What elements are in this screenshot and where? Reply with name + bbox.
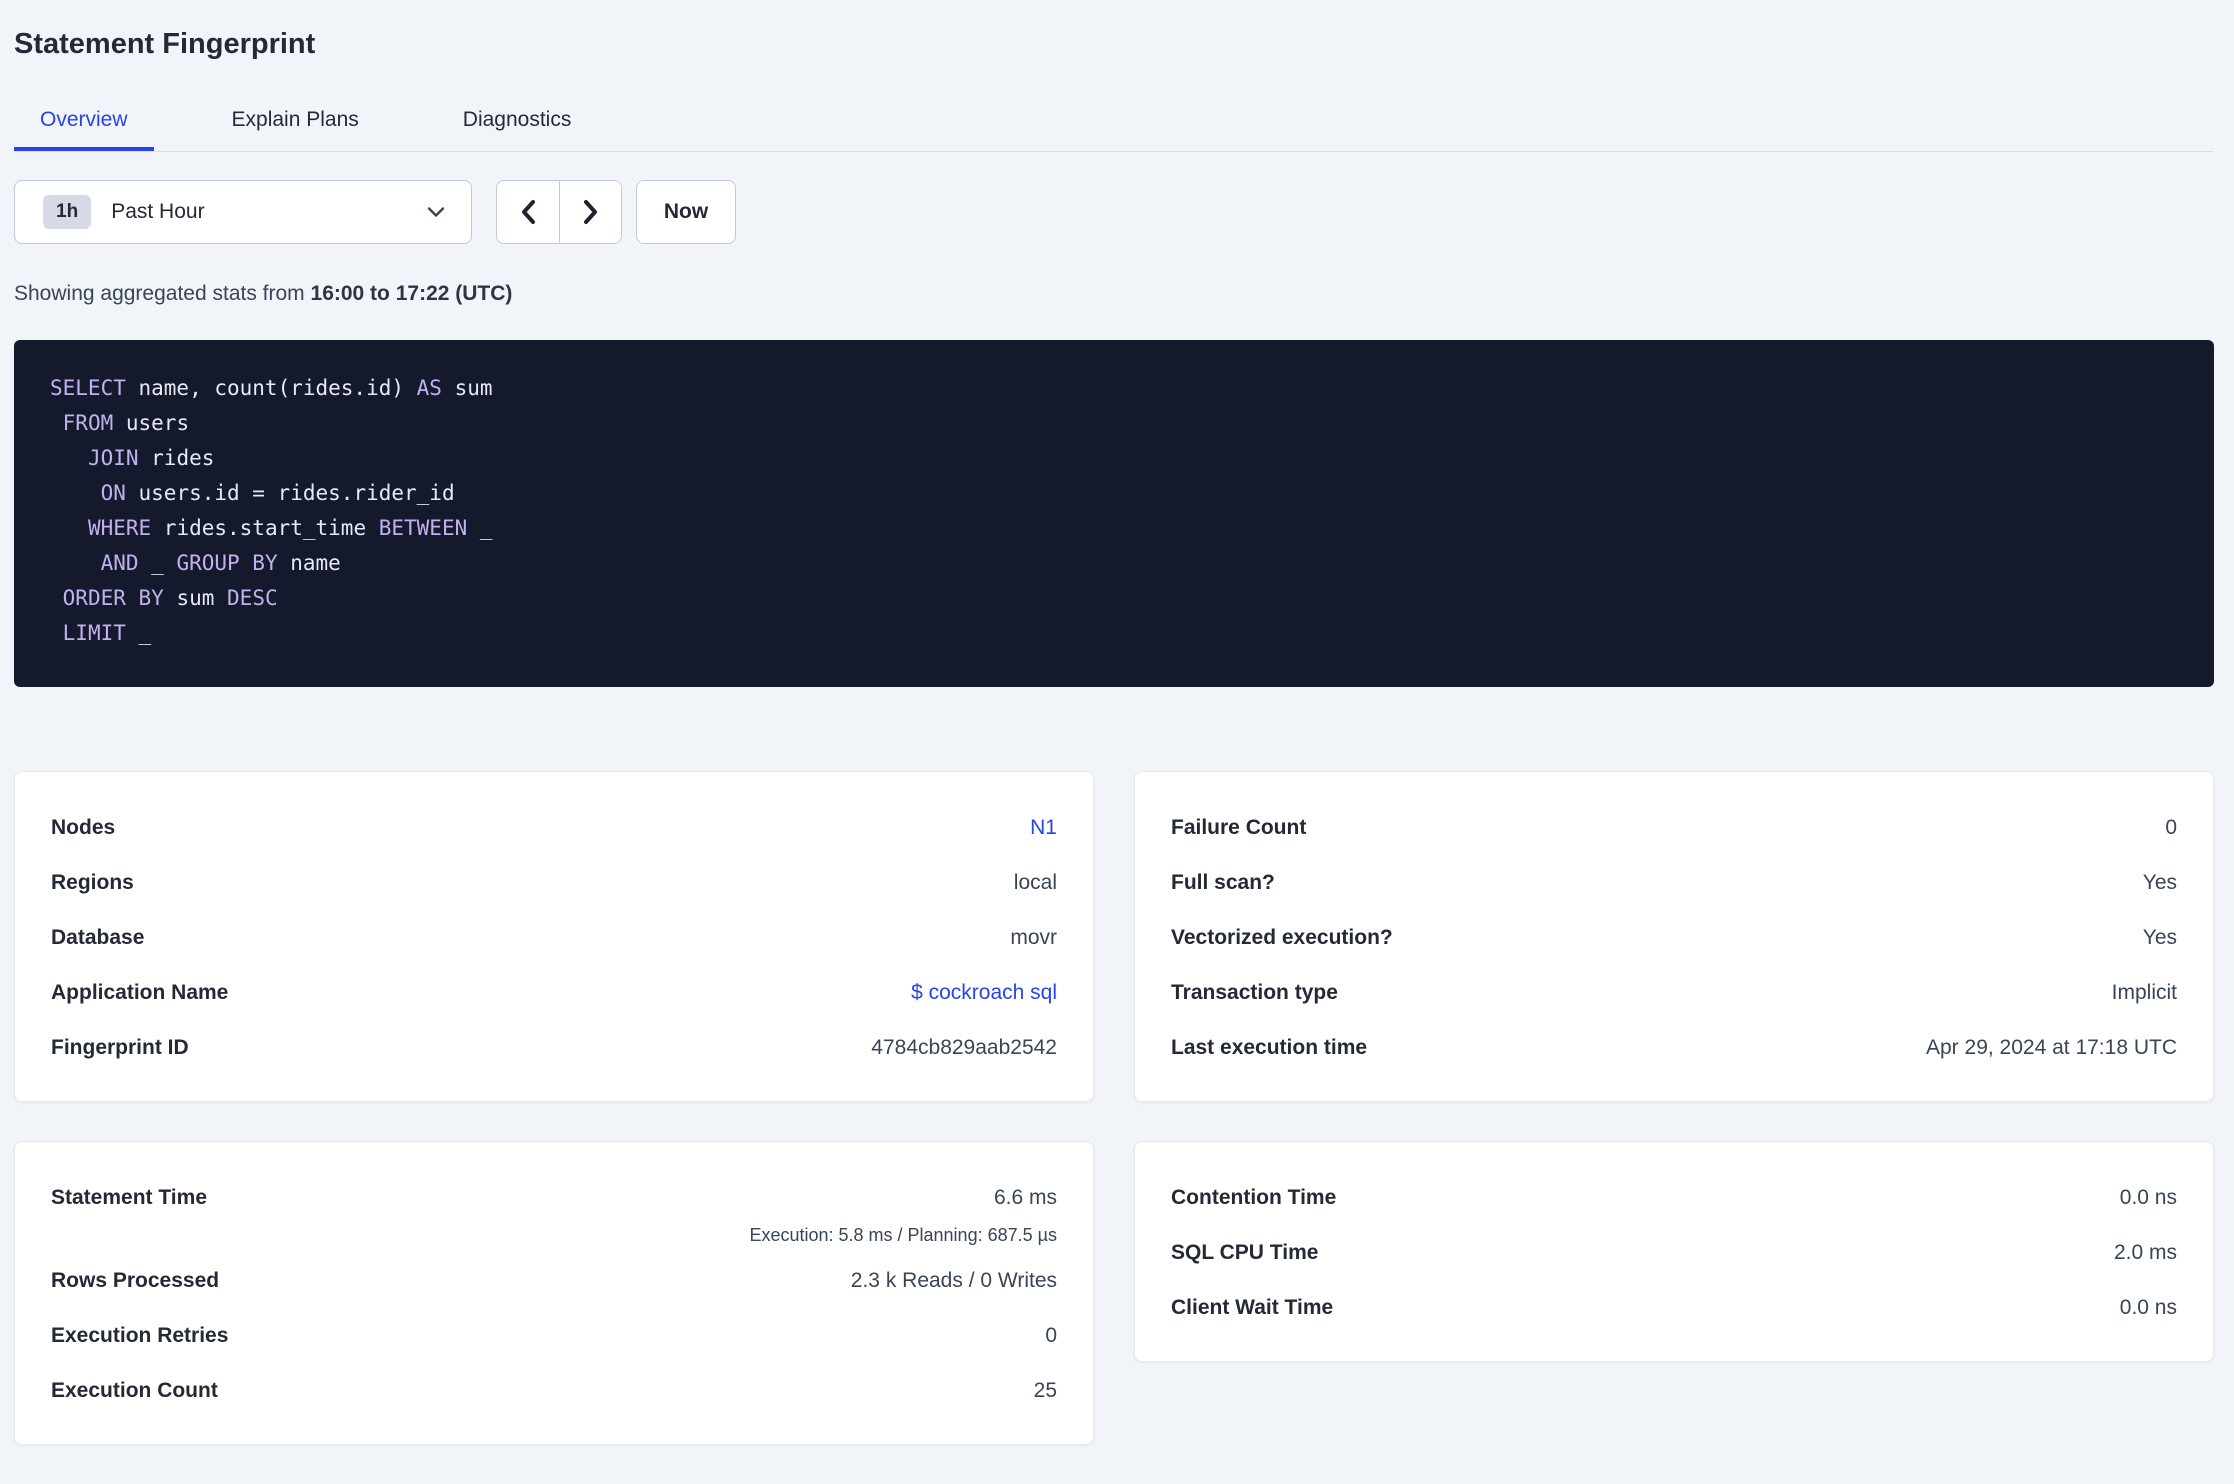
stat-value: 25 [1033, 1378, 1057, 1402]
stat-label: Last execution time [1171, 1035, 1368, 1059]
stat-label: SQL CPU Time [1171, 1240, 1319, 1264]
stat-subvalue: Execution: 5.8 ms / Planning: 687.5 µs [749, 1225, 1057, 1245]
stat-label: Database [51, 925, 145, 949]
stat-row: Execution Count 25 [51, 1363, 1057, 1418]
sql-line: ON users.id = rides.rider_id [100, 481, 455, 505]
stat-row: Fingerprint ID 4784cb829aab2542 [51, 1020, 1057, 1075]
stat-value: movr [1010, 925, 1057, 949]
page-title: Statement Fingerprint [14, 28, 316, 60]
stat-label: Application Name [51, 980, 229, 1004]
sql-line: FROM users [62, 411, 190, 435]
stat-value: local [1013, 870, 1057, 894]
time-range-badge: 1h [43, 195, 92, 229]
stat-label: Contention Time [1171, 1185, 1337, 1209]
stat-row: Contention Time 0.0 ns [1171, 1170, 2177, 1225]
time-step-buttons [496, 180, 622, 244]
stat-label: Fingerprint ID [51, 1035, 189, 1059]
prev-time-button[interactable] [497, 181, 559, 243]
stat-label: Transaction type [1171, 980, 1338, 1004]
sql-line: LIMIT _ [62, 621, 152, 645]
wait-time-card: Contention Time 0.0 ns SQL CPU Time 2.0 ms C… [1134, 1141, 2214, 1362]
sql-line: SELECT name, count(rides.id) AS sum [50, 376, 493, 400]
stat-row: Vectorized execution? Yes [1171, 910, 2177, 965]
chevron-left-icon [520, 199, 536, 225]
stat-value-link[interactable]: $ cockroach sql [911, 981, 1057, 1005]
stat-label: Full scan? [1171, 870, 1275, 894]
sql-line: JOIN rides [87, 446, 215, 470]
next-time-button[interactable] [559, 181, 621, 243]
stat-row: Application Name $ cockroach sql [51, 965, 1057, 1020]
stat-value-link[interactable]: N1 [1030, 816, 1057, 840]
tab-bar: Overview Explain Plans Diagnostics [14, 92, 2214, 152]
stat-value: 2.0 ms [2113, 1240, 2177, 1264]
stat-label: Regions [51, 870, 134, 894]
time-controls: 1h Past Hour Now [14, 180, 2214, 244]
stat-row: Regions local [51, 855, 1057, 910]
stat-value: 2.3 k Reads / 0 Writes [850, 1268, 1057, 1292]
stat-row: Rows Processed 2.3 k Reads / 0 Writes [51, 1253, 1057, 1308]
aggregated-stats-range: 16:00 to 17:22 (UTC) [310, 282, 513, 305]
chevron-down-icon [427, 206, 445, 218]
stat-label: Nodes [51, 815, 116, 839]
stat-row: Full scan? Yes [1171, 855, 2177, 910]
now-button[interactable]: Now [636, 180, 736, 244]
time-range-select[interactable]: 1h Past Hour [14, 180, 472, 244]
stat-row: Nodes N1 [51, 800, 1057, 855]
stat-row: Database movr [51, 910, 1057, 965]
stat-value: Yes [2142, 870, 2177, 894]
stat-label: Execution Retries [51, 1323, 229, 1347]
stat-label: Failure Count [1171, 815, 1307, 839]
stat-row: Execution Retries 0 [51, 1308, 1057, 1363]
stat-value: Yes [2142, 925, 2177, 949]
sql-line: ORDER BY sum DESC [62, 586, 278, 610]
tab-overview[interactable]: Overview [14, 92, 154, 151]
stat-value: 4784cb829aab2542 [871, 1035, 1057, 1059]
summary-cards-grid: Nodes N1 Regions local Database movr Applicati… [14, 771, 2214, 1445]
stat-row: SQL CPU Time 2.0 ms [1171, 1225, 2177, 1280]
stat-row: Statement Time 6.6 ms [51, 1170, 1057, 1225]
statement-fingerprint-page: Statement Fingerprint Overview Explain P… [0, 26, 2234, 1484]
stat-value: Implicit [2111, 980, 2177, 1004]
sql-line: WHERE rides.start_time BETWEEN _ [87, 516, 493, 540]
execution-attributes-card: Failure Count 0 Full scan? Yes Vectorized ex… [1134, 771, 2214, 1102]
aggregated-stats-line: Showing aggregated stats from 16:00 to 1… [14, 282, 2214, 306]
stat-value: 0.0 ns [2119, 1185, 2177, 1209]
stat-value: 0 [2165, 815, 2177, 839]
stat-row: Failure Count 0 [1171, 800, 2177, 855]
stat-row: Last execution time Apr 29, 2024 at 17:18… [1171, 1020, 2177, 1075]
stat-label: Client Wait Time [1171, 1295, 1334, 1319]
chevron-right-icon [583, 199, 599, 225]
stat-value: 0.0 ns [2119, 1295, 2177, 1319]
stat-value: 0 [1045, 1323, 1057, 1347]
stat-value: 6.6 ms [993, 1185, 1057, 1209]
tab-diagnostics[interactable]: Diagnostics [437, 92, 598, 151]
aggregated-stats-prefix: Showing aggregated stats from [14, 282, 311, 305]
tab-explain-plans[interactable]: Explain Plans [206, 92, 385, 151]
statement-details-card: Nodes N1 Regions local Database movr Applicati… [14, 771, 1094, 1102]
stat-label: Rows Processed [51, 1268, 220, 1292]
stat-row: Transaction type Implicit [1171, 965, 2177, 1020]
stat-label: Vectorized execution? [1171, 925, 1393, 949]
stat-row: Client Wait Time 0.0 ns [1171, 1280, 2177, 1335]
sql-statement-box: SELECT name, count(rides.id) AS sum FROM… [14, 340, 2214, 687]
time-range-label: Past Hour [111, 200, 205, 223]
stat-label: Execution Count [51, 1378, 218, 1402]
stat-value: Apr 29, 2024 at 17:18 UTC [1926, 1035, 2177, 1059]
sql-line: AND _ GROUP BY name [100, 551, 341, 575]
stat-label: Statement Time [51, 1185, 207, 1209]
statement-timing-card: Statement Time 6.6 ms Execution: 5.8 ms / … [14, 1141, 1094, 1445]
